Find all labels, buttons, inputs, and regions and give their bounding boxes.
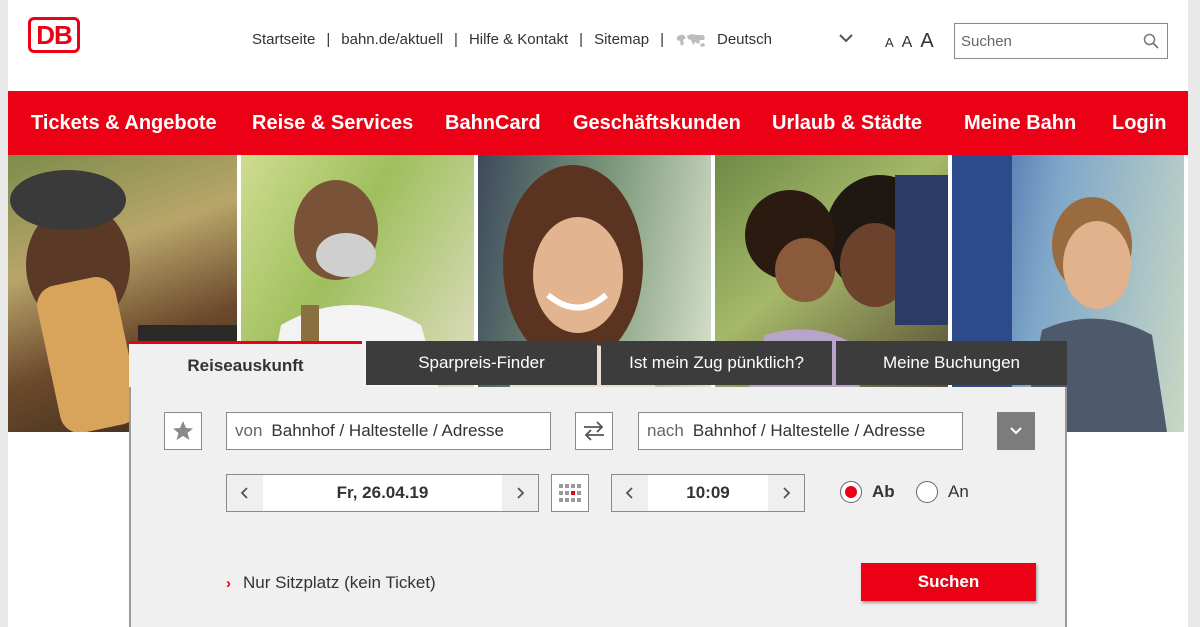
time-next-button[interactable] bbox=[768, 475, 804, 511]
font-size-large[interactable]: A bbox=[920, 30, 933, 53]
from-input[interactable] bbox=[271, 421, 532, 441]
tab-sparpreis-finder[interactable]: Sparpreis-Finder bbox=[366, 341, 597, 385]
seat-only-label: Nur Sitzplatz (kein Ticket) bbox=[243, 573, 436, 592]
expand-options-button[interactable] bbox=[997, 412, 1035, 450]
search-input[interactable] bbox=[955, 24, 1147, 58]
chevron-left-icon bbox=[625, 487, 633, 499]
time-stepper: 10:09 bbox=[611, 474, 805, 512]
search-submit-button[interactable]: Suchen bbox=[861, 563, 1036, 601]
nav-reise-services[interactable]: Reise & Services bbox=[252, 112, 413, 135]
to-field[interactable]: nach bbox=[638, 412, 963, 450]
chevron-down-icon bbox=[1010, 427, 1022, 435]
radio-arrival[interactable]: An bbox=[916, 481, 969, 503]
seat-only-link[interactable]: › Nur Sitzplatz (kein Ticket) bbox=[226, 573, 436, 593]
radio-selected-dot bbox=[845, 486, 857, 498]
booking-form: von nach bbox=[129, 387, 1067, 627]
star-icon bbox=[173, 421, 193, 440]
font-size-medium[interactable]: A bbox=[902, 34, 913, 52]
separator: | bbox=[660, 31, 664, 48]
nav-tickets-angebote[interactable]: Tickets & Angebote bbox=[31, 112, 217, 135]
language-chevron-down-icon[interactable] bbox=[838, 32, 854, 44]
calendar-button[interactable] bbox=[551, 474, 589, 512]
radio-departure[interactable]: Ab bbox=[840, 481, 895, 503]
to-label: nach bbox=[647, 421, 684, 440]
font-size-switcher: A A A bbox=[885, 30, 934, 53]
world-map-icon bbox=[677, 33, 705, 47]
tab-reiseauskunft[interactable]: Reiseauskunft bbox=[129, 341, 362, 387]
favorite-button[interactable] bbox=[164, 412, 202, 450]
from-field[interactable]: von bbox=[226, 412, 551, 450]
nav-login[interactable]: Login bbox=[1112, 112, 1166, 135]
chevron-right-icon: › bbox=[226, 574, 231, 592]
top-link-startseite[interactable]: Startseite bbox=[252, 31, 315, 48]
top-link-hilfe-kontakt[interactable]: Hilfe & Kontakt bbox=[469, 31, 568, 48]
main-navigation: Tickets & Angebote Reise & Services Bahn… bbox=[8, 91, 1188, 155]
chevron-right-icon bbox=[783, 487, 791, 499]
chevron-left-icon bbox=[240, 487, 248, 499]
search-icon[interactable] bbox=[1143, 33, 1159, 49]
tab-meine-buchungen[interactable]: Meine Buchungen bbox=[836, 341, 1067, 385]
date-next-button[interactable] bbox=[502, 475, 538, 511]
date-stepper: Fr, 26.04.19 bbox=[226, 474, 539, 512]
radio-departure-label: Ab bbox=[872, 482, 895, 501]
nav-geschaeftskunden[interactable]: Geschäftskunden bbox=[573, 112, 741, 135]
logo-text: DB bbox=[36, 19, 73, 50]
nav-meine-bahn[interactable]: Meine Bahn bbox=[964, 112, 1076, 135]
language-label[interactable]: Deutsch bbox=[717, 31, 772, 48]
swap-arrows-icon bbox=[584, 421, 604, 441]
separator: | bbox=[454, 31, 458, 48]
page: DB Startseite | bahn.de/aktuell | Hilfe … bbox=[8, 0, 1188, 627]
tab-zug-puenktlich[interactable]: Ist mein Zug pünktlich? bbox=[601, 341, 832, 385]
top-link-sitemap[interactable]: Sitemap bbox=[594, 31, 649, 48]
calendar-icon bbox=[559, 484, 581, 502]
radio-arrival-circle[interactable] bbox=[916, 481, 938, 503]
time-previous-button[interactable] bbox=[612, 475, 648, 511]
separator: | bbox=[326, 31, 331, 48]
top-navigation: Startseite | bahn.de/aktuell | Hilfe & K… bbox=[252, 31, 772, 48]
nav-urlaub-staedte[interactable]: Urlaub & Städte bbox=[772, 112, 922, 135]
chevron-right-icon bbox=[517, 487, 525, 499]
nav-bahncard[interactable]: BahnCard bbox=[445, 112, 541, 135]
separator: | bbox=[579, 31, 584, 48]
to-input[interactable] bbox=[692, 421, 953, 441]
from-label: von bbox=[235, 421, 263, 440]
site-search bbox=[954, 23, 1168, 59]
booking-tabs: Reiseauskunft Sparpreis-Finder Ist mein … bbox=[129, 341, 1067, 387]
swap-stations-button[interactable] bbox=[575, 412, 613, 450]
font-size-small[interactable]: A bbox=[885, 35, 894, 50]
date-previous-button[interactable] bbox=[227, 475, 263, 511]
travel-search-panel: Reiseauskunft Sparpreis-Finder Ist mein … bbox=[129, 341, 1067, 627]
db-logo[interactable]: DB bbox=[28, 17, 80, 53]
top-link-aktuell[interactable]: bahn.de/aktuell bbox=[341, 31, 443, 48]
radio-arrival-label: An bbox=[948, 482, 969, 501]
date-value[interactable]: Fr, 26.04.19 bbox=[263, 483, 502, 503]
time-value[interactable]: 10:09 bbox=[648, 483, 768, 503]
radio-departure-circle[interactable] bbox=[840, 481, 862, 503]
